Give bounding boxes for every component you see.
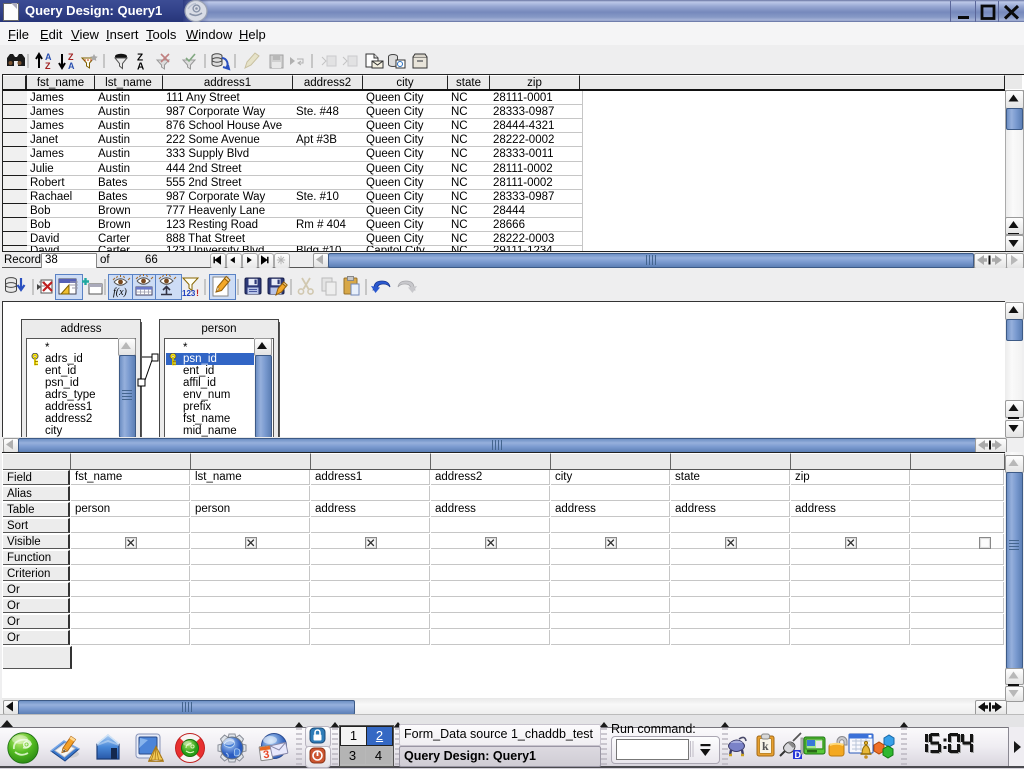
svg-text:k: k (762, 739, 769, 753)
svg-text:Z: Z (45, 61, 51, 71)
svg-text:A: A (137, 62, 144, 73)
svg-text:!: ! (196, 288, 199, 298)
svg-text:123: 123 (182, 289, 196, 298)
svg-text:A: A (68, 61, 75, 71)
svg-text:f(x): f(x) (113, 287, 128, 298)
